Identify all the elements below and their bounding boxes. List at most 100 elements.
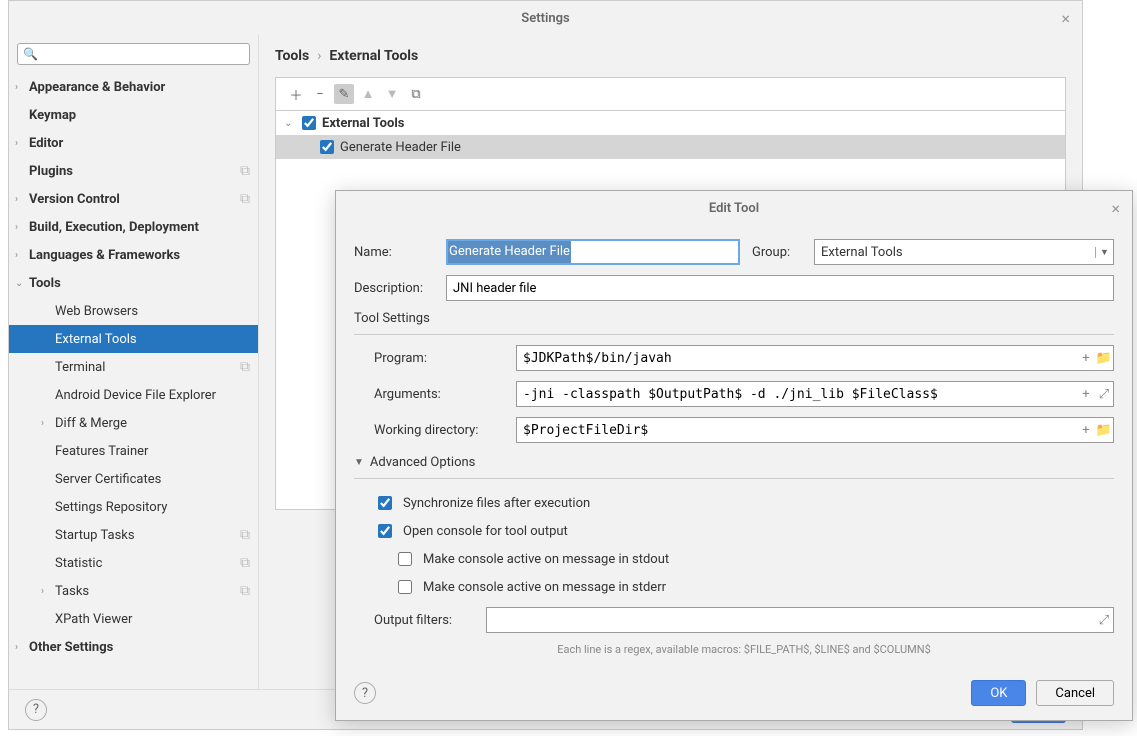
sync-label: Synchronize files after execution <box>403 496 590 511</box>
sidebar-item-appearance-behavior[interactable]: ›Appearance & Behavior <box>9 73 258 101</box>
copy-icon[interactable]: ⧉ <box>406 84 426 104</box>
sidebar-item-version-control[interactable]: › Version Control⧉ <box>9 185 258 213</box>
edit-tool-dialog: Edit Tool × Name: Generate Header File G… <box>335 190 1133 721</box>
project-badge-icon: ⧉ <box>240 191 250 207</box>
sidebar-item-label: Other Settings <box>29 640 250 655</box>
sidebar-item-label: Plugins <box>29 164 240 179</box>
up-icon[interactable]: ▲ <box>358 84 378 104</box>
breadcrumb-sep: › <box>317 48 321 64</box>
sync-checkbox[interactable] <box>378 496 392 510</box>
expand-icon[interactable]: ⤢ <box>1095 613 1113 628</box>
add-icon[interactable]: ＋ <box>286 84 306 104</box>
expand-icon[interactable]: ⤢ <box>1095 387 1113 402</box>
tool-checkbox[interactable] <box>320 140 334 154</box>
settings-titlebar: Settings × <box>9 1 1082 35</box>
sidebar-item-build-execution-deployment[interactable]: ›Build, Execution, Deployment <box>9 213 258 241</box>
sidebar-item-label: Android Device File Explorer <box>55 388 250 403</box>
project-badge-icon: ⧉ <box>240 555 250 571</box>
sidebar-item-statistic[interactable]: Statistic⧉ <box>9 549 258 577</box>
filters-input[interactable]: ⤢ <box>486 607 1114 633</box>
chevron-icon: › <box>15 194 25 205</box>
edit-icon[interactable]: ✎ <box>334 84 354 104</box>
project-badge-icon: ⧉ <box>240 583 250 599</box>
breadcrumb-current: External Tools <box>329 48 418 64</box>
tool-settings-label: Tool Settings <box>354 311 1114 326</box>
tool-row[interactable]: ⌄ External Tools <box>276 111 1065 135</box>
stdout-checkbox[interactable] <box>398 552 412 566</box>
chevron-icon: ⌄ <box>15 278 25 289</box>
group-label: Group: <box>752 245 802 260</box>
toolbar: ＋ − ✎ ▲ ▼ ⧉ <box>275 77 1066 110</box>
dialog-footer: ? OK Cancel <box>336 670 1132 720</box>
sidebar-item-settings-repository[interactable]: Settings Repository <box>9 493 258 521</box>
advanced-toggle[interactable]: ▼ Advanced Options <box>354 455 1114 470</box>
plus-icon[interactable]: + <box>1077 423 1095 438</box>
folder-icon[interactable]: 📁 <box>1095 423 1113 438</box>
sidebar-item-android-device-file-explorer[interactable]: Android Device File Explorer <box>9 381 258 409</box>
arguments-input[interactable]: + ⤢ <box>516 381 1114 407</box>
chevron-icon: ⌄ <box>284 118 298 129</box>
chevron-icon: › <box>15 138 25 149</box>
folder-icon[interactable]: 📁 <box>1095 351 1113 366</box>
remove-icon[interactable]: − <box>310 84 330 104</box>
down-icon[interactable]: ▼ <box>382 84 402 104</box>
name-input[interactable]: Generate Header File <box>446 239 740 265</box>
dialog-help-icon[interactable]: ? <box>354 682 376 704</box>
sidebar-item-web-browsers[interactable]: Web Browsers <box>9 297 258 325</box>
breadcrumb-parent[interactable]: Tools <box>275 48 309 64</box>
workdir-input[interactable]: + 📁 <box>516 417 1114 443</box>
sidebar-item-label: Terminal <box>55 360 240 375</box>
sidebar-item-editor[interactable]: › Editor <box>9 129 258 157</box>
workdir-label: Working directory: <box>374 423 504 438</box>
plus-icon[interactable]: + <box>1077 387 1095 402</box>
dialog-close-icon[interactable]: × <box>1111 199 1120 218</box>
chevron-icon: › <box>41 586 51 597</box>
plus-icon[interactable]: + <box>1077 351 1095 366</box>
name-label: Name: <box>354 245 434 260</box>
sidebar-item-label: Version Control <box>29 192 240 207</box>
search-input[interactable] <box>17 43 250 65</box>
sidebar: 🔍 ›Appearance & Behavior Keymap › Editor Plu… <box>9 35 259 689</box>
sidebar-item-startup-tasks[interactable]: Startup Tasks⧉ <box>9 521 258 549</box>
sidebar-item-external-tools[interactable]: External Tools <box>9 325 258 353</box>
chevron-down-icon[interactable]: ▼ <box>1095 247 1113 258</box>
help-icon[interactable]: ? <box>25 699 47 721</box>
sidebar-item-languages-frameworks[interactable]: ›Languages & Frameworks <box>9 241 258 269</box>
chevron-icon: › <box>41 418 51 429</box>
sidebar-item-label: Tools <box>29 276 250 291</box>
sidebar-item-label: External Tools <box>55 332 250 347</box>
sidebar-item-label: Startup Tasks <box>55 528 240 543</box>
sidebar-item-features-trainer[interactable]: Features Trainer <box>9 437 258 465</box>
sidebar-tree: ›Appearance & Behavior Keymap › Editor Plugi… <box>9 73 258 689</box>
tool-label: Generate Header File <box>340 140 461 155</box>
sidebar-item-diff-merge[interactable]: ›Diff & Merge <box>9 409 258 437</box>
sidebar-item-label: Editor <box>29 136 250 151</box>
sidebar-item-keymap[interactable]: Keymap <box>9 101 258 129</box>
search-icon: 🔍 <box>23 47 38 61</box>
chevron-down-icon: ▼ <box>354 457 364 468</box>
sidebar-item-label: Settings Repository <box>55 500 250 515</box>
tool-checkbox[interactable] <box>302 116 316 130</box>
close-icon[interactable]: × <box>1061 9 1070 28</box>
sidebar-item-terminal[interactable]: Terminal⧉ <box>9 353 258 381</box>
sidebar-item-server-certificates[interactable]: Server Certificates <box>9 465 258 493</box>
stderr-checkbox[interactable] <box>398 580 412 594</box>
tool-label: External Tools <box>322 116 404 131</box>
console-checkbox[interactable] <box>378 524 392 538</box>
sidebar-item-tasks[interactable]: ›Tasks⧉ <box>9 577 258 605</box>
sidebar-item-plugins[interactable]: Plugins⧉ <box>9 157 258 185</box>
program-input[interactable]: + 📁 <box>516 345 1114 371</box>
sidebar-item-label: Keymap <box>29 108 250 123</box>
sidebar-item-label: Statistic <box>55 556 240 571</box>
sidebar-item-xpath-viewer[interactable]: XPath Viewer <box>9 605 258 633</box>
sidebar-item-tools[interactable]: ⌄ Tools <box>9 269 258 297</box>
sidebar-item-other-settings[interactable]: ›Other Settings <box>9 633 258 661</box>
dialog-ok-button[interactable]: OK <box>971 680 1026 706</box>
tool-row[interactable]: Generate Header File <box>276 135 1065 159</box>
settings-title: Settings <box>521 11 569 26</box>
sidebar-item-label: XPath Viewer <box>55 612 250 627</box>
group-combo[interactable]: External Tools ▼ <box>814 239 1114 265</box>
dialog-cancel-button[interactable]: Cancel <box>1036 680 1114 706</box>
project-badge-icon: ⧉ <box>240 359 250 375</box>
desc-input[interactable] <box>446 275 1114 301</box>
